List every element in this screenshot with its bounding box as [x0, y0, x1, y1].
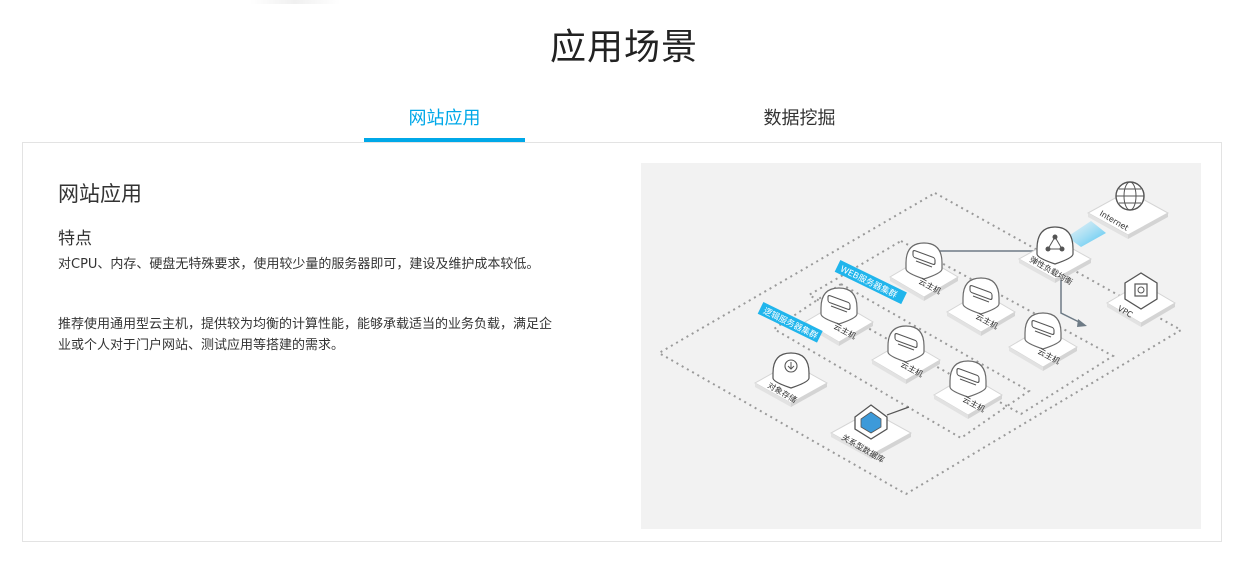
globe-icon	[1115, 181, 1145, 211]
features-heading: 特点	[58, 229, 92, 249]
section-title: 应用场景	[549, 27, 698, 68]
feature-description: 对CPU、内存、硬盘无特殊要求，使用较少量的服务器即可，建设及维护成本较低。	[58, 257, 540, 272]
cloud-host-icon	[820, 287, 858, 325]
architecture-diagram-svg: 云主机云主机云主机云主机云主机云主机WEB服务器集群逻辑服务器集群Interne…	[656, 181, 1184, 496]
recommendation-description: 推荐使用通用型云主机，提供较为均衡的计算性能，能够承载适当的业务负载，满足企业或…	[58, 317, 553, 353]
scenario-panel: 网站应用 特点 对CPU、内存、硬盘无特殊要求，使用较少量的服务器即可，建设及维…	[22, 142, 1222, 542]
load-balancer-icon	[1036, 226, 1074, 265]
cloud-host-icon	[949, 360, 987, 398]
cloud-host-icon	[1024, 312, 1062, 350]
panel-title: 网站应用	[58, 182, 142, 206]
tab-data-mining[interactable]: 数据挖掘	[719, 104, 880, 142]
top-fade-decoration	[250, 0, 340, 4]
scenario-tabs: 网站应用 数据挖掘	[0, 104, 1248, 142]
tab-website-application[interactable]: 网站应用	[364, 104, 525, 142]
architecture-diagram: 云主机 云主机 云主机 云主机 云主机 云主机 WEB服务器集群 逻辑服务器集群 Interne…	[641, 163, 1201, 529]
arrow-head-icon	[1077, 319, 1087, 327]
cloud-host-icon	[887, 325, 925, 363]
cloud-host-icon	[905, 242, 943, 280]
cloud-host-icon	[962, 277, 1000, 315]
object-storage-icon	[772, 352, 810, 389]
